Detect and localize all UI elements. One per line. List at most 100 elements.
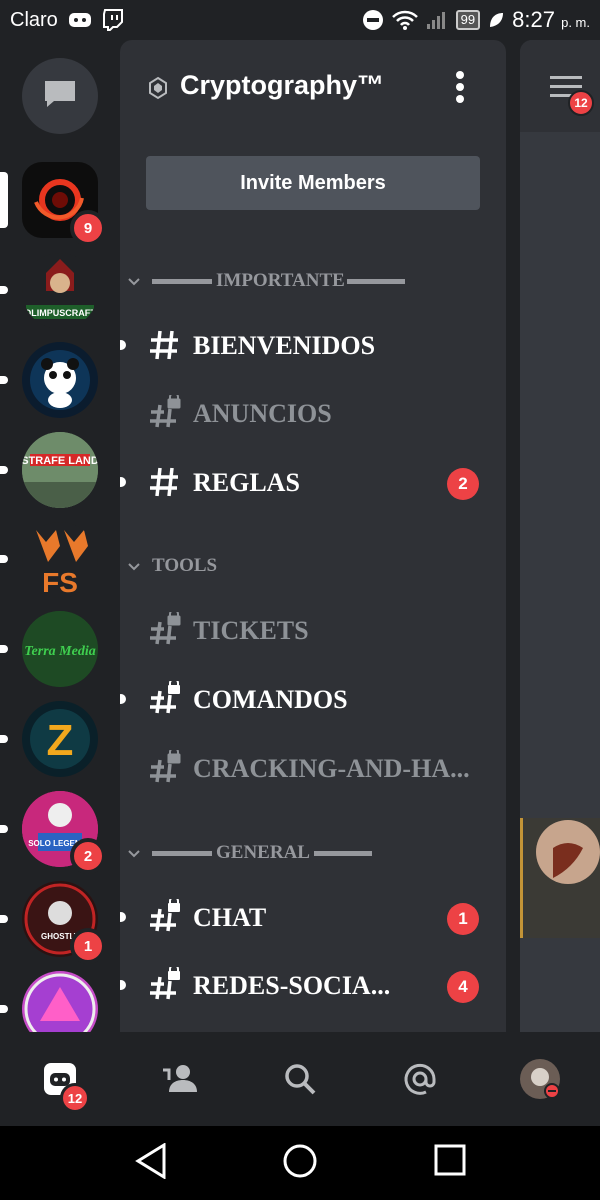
category-label: GENERAL	[216, 842, 310, 863]
unread-indicator	[0, 466, 8, 474]
wifi-icon	[391, 10, 418, 30]
server-boost-icon	[146, 76, 170, 105]
purple-server-logo	[24, 973, 96, 1032]
svg-text:Z: Z	[47, 716, 74, 765]
more-options-icon[interactable]	[452, 70, 468, 109]
home-tab[interactable]: 12	[38, 1057, 90, 1113]
channel-comandos[interactable]: COMANDOS	[120, 673, 506, 725]
guild-name: Cryptography™	[180, 70, 385, 100]
signal-icon	[426, 10, 448, 30]
unread-indicator	[120, 980, 126, 990]
server-panda[interactable]	[22, 342, 98, 418]
channel-name: REGLAS	[193, 468, 300, 497]
channel-name: CRACKING-AND-HA...	[193, 754, 470, 783]
server-badge: 2	[70, 838, 106, 874]
chevron-down-icon	[128, 842, 140, 864]
channel-cracking-and-ha[interactable]: CRACKING-AND-HA...	[120, 742, 506, 794]
channel-name: COMANDOS	[193, 685, 348, 714]
channel-bienvenidos[interactable]: BIENVENIDOS	[120, 319, 506, 371]
search-tab[interactable]	[278, 1057, 322, 1101]
hash-icon	[148, 464, 182, 500]
server-z[interactable]: Z	[22, 701, 98, 777]
android-navigation-bar	[0, 1126, 600, 1200]
guild-header[interactable]: Cryptography™	[120, 40, 506, 136]
direct-messages-button[interactable]	[22, 58, 98, 134]
terra-media-logo: Terra Media	[22, 611, 98, 687]
unread-indicator	[120, 340, 126, 350]
unread-indicator	[0, 825, 8, 833]
unread-indicator	[0, 555, 8, 563]
panda-logo	[30, 350, 90, 410]
mentions-tab[interactable]	[398, 1057, 442, 1101]
mention-badge: 4	[447, 971, 479, 1003]
chevron-down-icon: ⌄	[564, 1024, 577, 1032]
server-badge: 9	[70, 210, 106, 246]
svg-text:STRAFE LAND: STRAFE LAND	[22, 455, 98, 467]
strafe-land-logo: STRAFE LAND	[22, 432, 98, 508]
category-label: TOOLS	[152, 555, 218, 576]
friends-tab[interactable]	[158, 1057, 202, 1101]
z-logo: Z	[30, 709, 90, 769]
fs-logo: FS	[36, 530, 88, 598]
message-avatar	[536, 820, 600, 884]
category-importante[interactable]: IMPORTANTE	[120, 266, 405, 296]
channel-name: CHAT	[193, 903, 267, 932]
unread-indicator	[0, 286, 8, 294]
dnd-icon	[362, 9, 384, 31]
category-divider	[152, 850, 212, 856]
svg-text:Terra Media: Terra Media	[24, 644, 95, 659]
server-purple[interactable]	[22, 971, 98, 1032]
category-label: IMPORTANTE	[216, 270, 345, 291]
channel-name: REDES-SOCIA...	[193, 971, 391, 1000]
chevron-down-icon	[128, 555, 140, 577]
category-tools[interactable]: TOOLS	[120, 551, 217, 581]
battery-indicator: 99	[455, 10, 481, 30]
unread-indicator	[0, 1005, 8, 1013]
server-terra-media[interactable]: Terra Media	[22, 611, 98, 687]
olimpuscraft-logo: OLIMPUSCRAFT	[24, 259, 96, 319]
home-badge: 12	[60, 1083, 90, 1113]
home-circle-icon[interactable]	[282, 1143, 318, 1184]
channel-name: TICKETS	[193, 616, 309, 645]
svg-text:OLIMPUSCRAFT: OLIMPUSCRAFT	[24, 308, 96, 318]
search-icon	[285, 1064, 316, 1095]
unread-indicator	[0, 915, 8, 923]
server-strafe-land[interactable]: STRAFE LAND	[22, 432, 98, 508]
back-icon[interactable]	[134, 1142, 168, 1184]
invite-members-button[interactable]: Invite Members	[146, 156, 480, 210]
locked-hash-icon	[148, 678, 182, 717]
channel-anuncios[interactable]: ANUNCIOS	[120, 387, 506, 439]
category-general[interactable]: GENERAL	[120, 838, 372, 868]
recents-icon[interactable]	[434, 1143, 466, 1182]
unread-indicator	[120, 912, 126, 922]
channel-tickets[interactable]: TICKETS	[120, 604, 506, 656]
member-list-badge: 12	[568, 90, 594, 116]
server-rail: 9 OLIMPUSCRAFT STRAFE LAND FS Terra Medi…	[0, 40, 120, 1032]
channel-redes-sociales[interactable]: REDES-SOCIA... 4	[120, 959, 506, 1011]
unread-indicator	[0, 735, 8, 743]
category-divider	[313, 850, 372, 856]
chevron-down-icon	[128, 270, 140, 292]
mention-badge: 1	[447, 903, 479, 935]
at-sign-icon	[404, 1063, 436, 1095]
server-badge: 1	[70, 928, 106, 964]
locked-hash-icon	[148, 747, 182, 786]
channel-reglas[interactable]: REGLAS 2	[120, 456, 506, 508]
category-divider	[152, 278, 212, 284]
server-olimpuscraft[interactable]: OLIMPUSCRAFT	[22, 253, 98, 329]
status-bar: Claro 99 8:27 p. m.	[0, 0, 600, 40]
highlighted-message	[520, 818, 600, 938]
selected-server-indicator	[0, 172, 8, 228]
chat-preview-header: 12	[520, 40, 600, 132]
channel-chat[interactable]: CHAT 1	[120, 891, 506, 943]
carrier-label: Claro	[10, 8, 58, 31]
profile-tab[interactable]	[518, 1057, 562, 1101]
category-divider	[346, 278, 405, 284]
mention-badge: 2	[447, 468, 479, 500]
leaf-icon	[488, 11, 504, 29]
chat-preview-panel[interactable]: 12 ⌄	[520, 40, 600, 1032]
channel-name: BIENVENIDOS	[193, 331, 376, 360]
server-fs[interactable]: FS	[22, 522, 98, 598]
locked-hash-icon	[148, 896, 182, 935]
svg-text:FS: FS	[42, 567, 78, 598]
